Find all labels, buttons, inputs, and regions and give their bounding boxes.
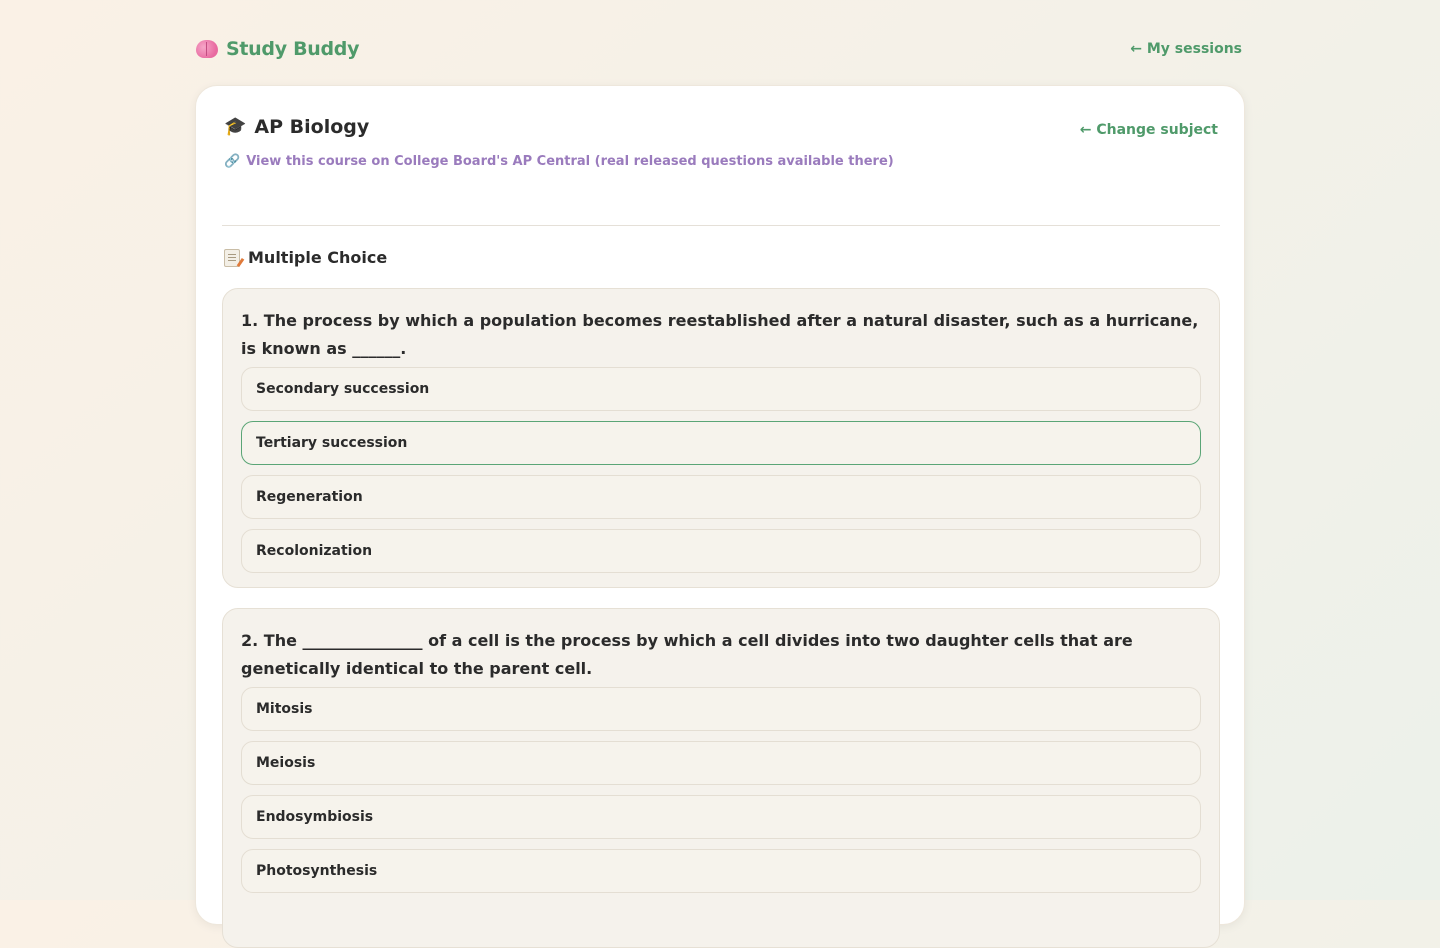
question-text: 2. The _______________ of a cell is the … (241, 631, 1133, 678)
answer-option[interactable]: Meiosis (241, 741, 1201, 785)
section-title: Multiple Choice (248, 248, 388, 267)
link-icon: 🔗 (224, 154, 241, 169)
course-title-row: 🎓 AP Biology (224, 116, 1218, 138)
memo-icon (224, 248, 240, 267)
answer-option[interactable]: Mitosis (241, 687, 1201, 731)
ap-central-link-row: 🔗 View this course on College Board's AP… (224, 154, 1218, 169)
answer-option[interactable]: Photosynthesis (241, 849, 1201, 893)
brain-icon (196, 40, 218, 58)
brand-name: Study Buddy (226, 38, 360, 60)
course-card: 🎓 AP Biology ← Change subject 🔗 View thi… (195, 85, 1245, 948)
answer-option[interactable]: Tertiary succession (241, 421, 1201, 465)
section-header: Multiple Choice (224, 248, 387, 267)
change-subject-link[interactable]: ← Change subject (1080, 122, 1218, 138)
answer-option[interactable]: Secondary succession (241, 367, 1201, 411)
ap-central-link[interactable]: View this course on College Board's AP C… (246, 154, 894, 169)
answer-option[interactable]: Endosymbiosis (241, 795, 1201, 839)
question-card: 1. The process by which a population bec… (222, 288, 1220, 588)
course-title: AP Biology (254, 116, 370, 138)
course-header: 🎓 AP Biology ← Change subject 🔗 View thi… (224, 116, 1218, 169)
question-card: 2. The _______________ of a cell is the … (222, 608, 1220, 948)
answer-option[interactable]: Regeneration (241, 475, 1201, 519)
divider (222, 225, 1220, 226)
graduation-cap-icon: 🎓 (224, 116, 247, 137)
answer-option[interactable]: Recolonization (241, 529, 1201, 573)
question-text: 1. The process by which a population bec… (241, 311, 1199, 358)
brand[interactable]: Study Buddy (196, 38, 360, 60)
my-sessions-link[interactable]: ← My sessions (1130, 41, 1242, 57)
top-bar: Study Buddy ← My sessions (196, 34, 1242, 64)
